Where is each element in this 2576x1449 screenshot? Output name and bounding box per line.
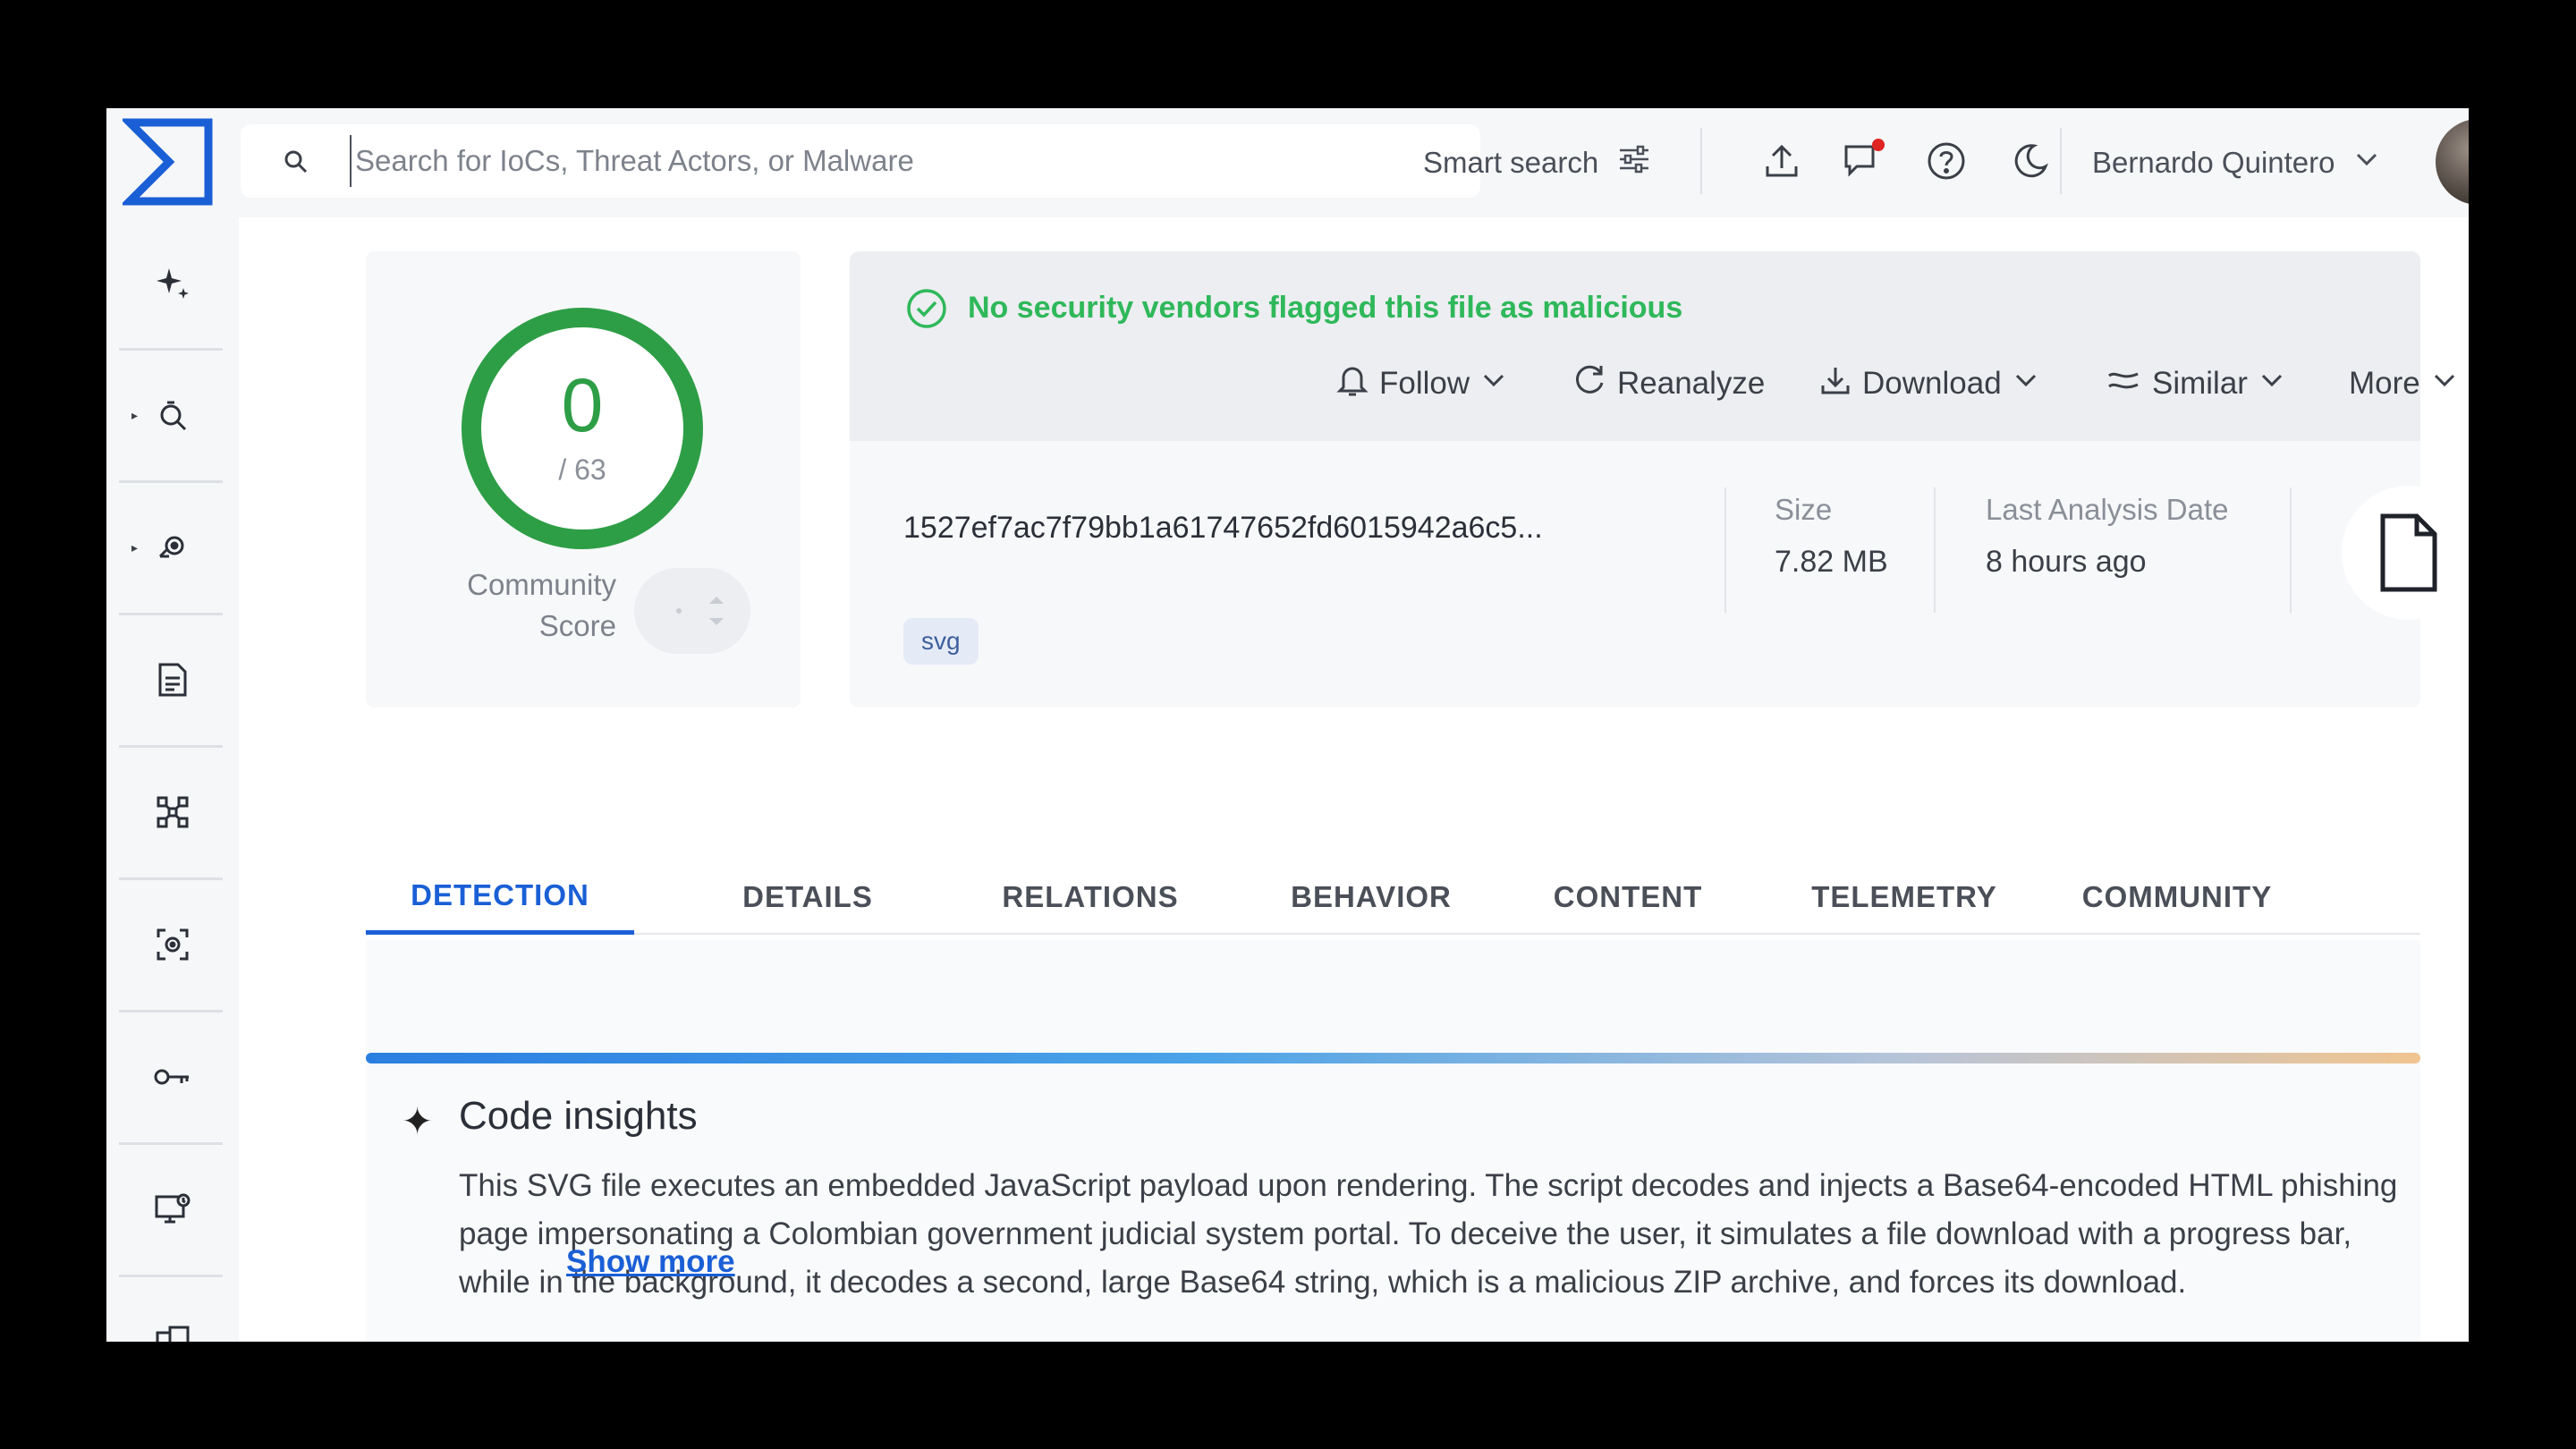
last-analysis-value: 8 hours ago bbox=[1986, 545, 2147, 579]
engine-total: / 63 bbox=[558, 453, 606, 486]
community-label-line: Community bbox=[467, 568, 616, 601]
follow-button[interactable]: Follow bbox=[1336, 357, 1507, 411]
smart-search-label: Smart search bbox=[1423, 146, 1599, 179]
file-info-panel: 1527ef7ac7f79bb1a61747652fd6015942a6c5..… bbox=[850, 441, 2469, 708]
reanalyze-button[interactable]: Reanalyze bbox=[1572, 357, 1765, 411]
detection-count: 0 bbox=[561, 363, 604, 447]
vote-up-icon bbox=[709, 597, 724, 604]
upload-icon[interactable] bbox=[1754, 133, 1809, 189]
search-icon bbox=[282, 148, 310, 176]
top-bar: Smart search Bernardo Quintero bbox=[106, 108, 2469, 217]
check-circle-icon bbox=[905, 287, 948, 330]
sidebar-item-threat-hunting[interactable]: ▸ bbox=[106, 350, 239, 480]
bell-icon bbox=[1336, 362, 1368, 406]
similar-icon bbox=[2106, 366, 2141, 402]
tab-detection[interactable]: DETECTION bbox=[366, 860, 634, 935]
avatar[interactable] bbox=[2436, 119, 2469, 205]
more-label: More bbox=[2349, 366, 2420, 401]
file-type-tag[interactable]: svg bbox=[903, 618, 979, 665]
sidebar-item-collections[interactable] bbox=[106, 1276, 239, 1342]
insights-accent-bar bbox=[366, 1053, 2420, 1063]
chevron-down-icon bbox=[2012, 366, 2039, 402]
toolbar-divider bbox=[1700, 128, 1702, 194]
sparkle-icon: ✦ bbox=[402, 1100, 434, 1142]
follow-label: Follow bbox=[1379, 366, 1470, 401]
community-label-line: Score bbox=[538, 609, 616, 642]
sidebar-item-graph[interactable] bbox=[106, 747, 239, 877]
file-icon bbox=[2342, 486, 2469, 620]
chevron-down-icon bbox=[1480, 366, 1507, 402]
search-input[interactable] bbox=[350, 135, 1441, 187]
vote-down-icon bbox=[709, 618, 724, 625]
file-hash[interactable]: 1527ef7ac7f79bb1a61747652fd6015942a6c5..… bbox=[903, 511, 1543, 546]
tab-relations[interactable]: RELATIONS bbox=[992, 860, 1189, 935]
info-divider bbox=[1724, 487, 1726, 613]
chevron-down-icon bbox=[2431, 366, 2458, 402]
sidebar-item-detection[interactable] bbox=[106, 879, 239, 1010]
chevron-down-icon bbox=[2258, 366, 2285, 402]
sidebar-item-monitor[interactable] bbox=[106, 1144, 239, 1275]
dark-mode-icon[interactable] bbox=[2003, 133, 2058, 189]
size-label: Size bbox=[1775, 493, 1833, 526]
help-icon[interactable] bbox=[1919, 133, 1974, 189]
more-button[interactable]: More bbox=[2349, 357, 2458, 411]
smart-search-button[interactable]: Smart search bbox=[1423, 140, 1652, 185]
insights-summary: This SVG file executes an embedded JavaS… bbox=[459, 1168, 2398, 1300]
last-analysis-label: Last Analysis Date bbox=[1986, 493, 2229, 526]
user-menu[interactable]: Bernardo Quintero bbox=[2092, 140, 2380, 185]
toolbar-divider bbox=[2060, 128, 2062, 194]
similar-button[interactable]: Similar bbox=[2106, 357, 2285, 411]
tab-telemetry[interactable]: TELEMETRY bbox=[1770, 860, 2038, 935]
sidebar-item-threat-intel[interactable]: ▸ bbox=[106, 482, 239, 613]
sliders-icon bbox=[1616, 141, 1652, 184]
community-score-label: Community Score bbox=[419, 564, 616, 647]
reanalyze-label: Reanalyze bbox=[1617, 366, 1766, 401]
sidebar-item-reports[interactable] bbox=[106, 614, 239, 745]
size-value: 7.82 MB bbox=[1775, 545, 1888, 579]
user-name: Bernardo Quintero bbox=[2092, 146, 2335, 179]
tab-community[interactable]: COMMUNITY bbox=[2047, 860, 2307, 935]
info-divider bbox=[2290, 487, 2292, 613]
report-tabs: DETECTION DETAILS RELATIONS BEHAVIOR CON… bbox=[366, 860, 2420, 935]
search-box bbox=[241, 124, 1480, 198]
verdict-header: No security vendors flagged this file as… bbox=[850, 251, 2454, 441]
file-actions: Follow Reanalyze Download Similar More bbox=[850, 357, 2454, 411]
refresh-icon bbox=[1572, 363, 1606, 405]
virustotal-logo[interactable] bbox=[120, 115, 216, 208]
sidebar-item-api-key[interactable] bbox=[106, 1012, 239, 1142]
similar-label: Similar bbox=[2152, 366, 2248, 401]
download-button[interactable]: Download bbox=[1819, 357, 2039, 411]
caret-right-icon: ▸ bbox=[131, 539, 139, 555]
insights-title: Code insights bbox=[459, 1094, 698, 1138]
code-insights-card: ✦ Code insights This SVG file executes a… bbox=[366, 940, 2420, 1342]
download-icon bbox=[1819, 364, 1852, 404]
chevron-down-icon bbox=[2353, 146, 2380, 180]
tab-details[interactable]: DETAILS bbox=[736, 860, 879, 935]
detection-score-panel: 0 / 63 Community Score bbox=[366, 251, 801, 708]
sidebar-item-ai-icon[interactable] bbox=[106, 217, 239, 348]
caret-right-icon: ▸ bbox=[131, 407, 139, 422]
verdict-message: No security vendors flagged this file as… bbox=[968, 291, 1683, 325]
community-vote-control[interactable] bbox=[634, 568, 750, 654]
tab-behavior[interactable]: BEHAVIOR bbox=[1264, 860, 1479, 935]
show-more-link[interactable]: Show more bbox=[566, 1244, 735, 1280]
app-window: Smart search Bernardo Quintero bbox=[106, 108, 2469, 1342]
info-divider bbox=[1934, 487, 1936, 613]
download-label: Download bbox=[1862, 366, 2002, 401]
notifications-icon[interactable] bbox=[1836, 133, 1892, 189]
sidebar: ▸ ▸ bbox=[106, 217, 239, 1342]
tab-content[interactable]: CONTENT bbox=[1516, 860, 1740, 935]
